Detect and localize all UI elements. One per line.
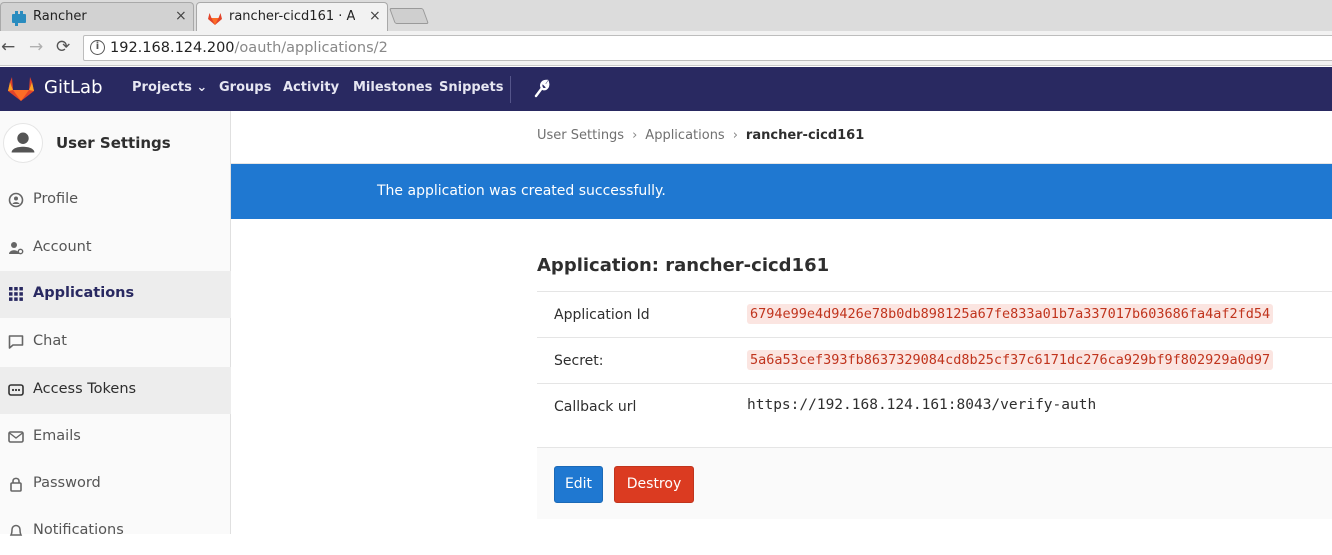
destroy-button[interactable]: Destroy — [614, 466, 694, 503]
nav-milestones[interactable]: Milestones — [353, 80, 432, 95]
callback-url-value[interactable]: https://192.168.124.161:8043/verify-auth — [747, 397, 1096, 413]
rancher-favicon-icon — [12, 11, 26, 26]
breadcrumb-separator: › — [632, 128, 638, 143]
reload-icon[interactable]: ⟳ — [56, 38, 70, 56]
envelope-icon — [8, 431, 24, 443]
secret-value[interactable]: 5a6a53cef393fb8637329084cd8b25cf37c6171d… — [747, 350, 1274, 370]
browser-tab-rancher[interactable]: Rancher × — [0, 2, 194, 31]
form-actions: Edit Destroy — [537, 447, 1332, 519]
flash-notice: The application was created successfully… — [231, 164, 1332, 219]
nav-snippets[interactable]: Snippets — [439, 80, 503, 95]
gitlab-favicon-icon — [208, 13, 222, 25]
sidebar-item-applications[interactable]: Applications — [0, 271, 231, 318]
table-row: Application Id 6794e99e4d9426e78b0db8981… — [537, 291, 1332, 337]
url-input[interactable]: i 192.168.124.200/oauth/applications/2 — [83, 35, 1332, 61]
gitlab-brand[interactable]: GitLab — [44, 77, 103, 98]
forward-icon[interactable]: → — [29, 38, 43, 56]
back-icon[interactable]: ← — [1, 38, 15, 56]
browser-tab-gitlab[interactable]: rancher-cicd161 · Ap × — [196, 2, 388, 32]
breadcrumb-user-settings[interactable]: User Settings — [537, 128, 624, 143]
lock-icon — [10, 477, 22, 492]
flash-message: The application was created successfully… — [377, 183, 666, 199]
sidebar-item-emails[interactable]: Emails — [0, 414, 231, 461]
browser-tab-strip: Rancher × rancher-cicd161 · Ap × — [0, 0, 1332, 32]
nav-projects[interactable]: Projects ⌄ — [132, 80, 207, 95]
applications-grid-icon — [9, 287, 23, 301]
chat-bubble-icon — [8, 335, 24, 349]
sidebar-item-label: Emails — [33, 428, 81, 444]
field-label: Secret: — [554, 353, 604, 369]
breadcrumb-separator: › — [732, 128, 738, 143]
sidebar-item-label: Profile — [33, 191, 79, 207]
tab-title: Rancher — [33, 9, 87, 24]
gitlab-logo-icon[interactable] — [7, 76, 35, 102]
avatar[interactable] — [3, 123, 43, 163]
site-info-icon[interactable]: i — [90, 40, 105, 55]
profile-icon — [8, 192, 24, 208]
application-id-value[interactable]: 6794e99e4d9426e78b0db898125a67fe833a01b7… — [747, 304, 1274, 324]
tab-close-icon[interactable]: × — [369, 8, 381, 24]
table-row: Secret: 5a6a53cef393fb8637329084cd8b25cf… — [537, 337, 1332, 383]
sidebar-item-access-tokens[interactable]: Access Tokens — [0, 367, 231, 414]
tab-title: rancher-cicd161 · Ap — [229, 9, 355, 24]
admin-wrench-icon[interactable] — [532, 78, 550, 98]
settings-sidebar: User Settings Profile Account Applicatio… — [0, 111, 231, 538]
breadcrumb-applications[interactable]: Applications — [645, 128, 724, 143]
url-path: /oauth/applications/2 — [234, 40, 388, 56]
sidebar-header: User Settings — [0, 111, 231, 173]
nav-divider — [510, 76, 511, 103]
sidebar-item-label: Account — [33, 239, 92, 255]
sidebar-item-password[interactable]: Password — [0, 461, 231, 508]
sidebar-item-chat[interactable]: Chat — [0, 319, 231, 366]
sidebar-item-notifications[interactable]: Notifications — [0, 508, 231, 555]
nav-activity[interactable]: Activity — [283, 80, 339, 95]
access-token-icon — [8, 384, 24, 396]
account-gear-icon — [9, 242, 24, 255]
sidebar-item-label: Applications — [33, 285, 135, 301]
breadcrumb: User Settings › Applications › rancher-cicd1… — [537, 128, 864, 143]
field-label: Application Id — [554, 307, 650, 323]
breadcrumb-current[interactable]: rancher-cicd161 — [746, 128, 864, 143]
address-bar: ← → ⟳ i 192.168.124.200/oauth/applicatio… — [0, 31, 1332, 66]
page-title: Application: rancher-cicd161 — [537, 255, 830, 276]
sidebar-title: User Settings — [56, 134, 171, 152]
url-host: 192.168.124.200 — [110, 40, 235, 56]
sidebar-item-label: Notifications — [33, 522, 124, 538]
gitlab-header: GitLab Projects ⌄ Groups Activity Milest… — [0, 67, 1332, 111]
tab-close-icon[interactable]: × — [175, 8, 187, 24]
new-tab-button[interactable] — [389, 8, 429, 24]
edit-button[interactable]: Edit — [554, 466, 603, 503]
sidebar-item-profile[interactable]: Profile — [0, 177, 231, 224]
sidebar-item-label: Password — [33, 475, 101, 491]
bell-icon — [9, 524, 23, 536]
table-row: Callback url https://192.168.124.161:804… — [537, 383, 1332, 429]
sidebar-item-label: Access Tokens — [33, 381, 137, 397]
nav-groups[interactable]: Groups — [219, 80, 271, 95]
url-text: 192.168.124.200/oauth/applications/2 — [110, 40, 388, 56]
sidebar-item-label: Chat — [33, 333, 67, 349]
field-label: Callback url — [554, 399, 637, 415]
sidebar-item-account[interactable]: Account — [0, 225, 231, 272]
